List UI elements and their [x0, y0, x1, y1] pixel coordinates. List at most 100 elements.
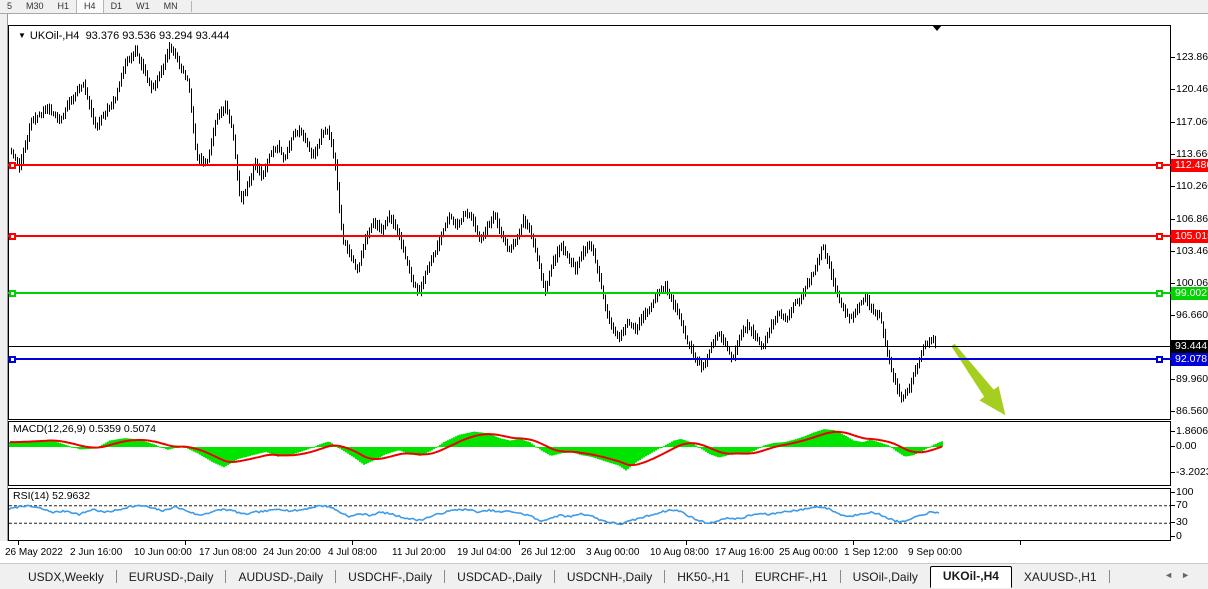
tab-usdcnh-daily[interactable]: USDCNH-,Daily: [555, 567, 664, 587]
hline-105.015[interactable]: [8, 235, 1171, 237]
price-tag-93.444: 93.444: [1171, 340, 1208, 353]
price-axis-label: 117.060: [1176, 116, 1208, 128]
axis-tick: [1171, 446, 1175, 447]
axis-tick: [1171, 536, 1175, 537]
timeframe-button-h1[interactable]: H1: [51, 0, 77, 13]
timeframe-button-w1[interactable]: W1: [129, 0, 157, 13]
axis-tick: [1171, 315, 1175, 316]
time-tick: [185, 541, 186, 545]
axis-tick: [1171, 89, 1175, 90]
time-axis-label: 4 Jul 08:00: [328, 547, 377, 558]
price-axis-label: 123.860: [1176, 51, 1208, 63]
rsi-axis-label: 70: [1176, 499, 1188, 511]
rsi-label: RSI(14) 52.9632: [13, 490, 90, 502]
hline-112.486[interactable]: [8, 164, 1171, 166]
macd-panel[interactable]: MACD(12,26,9) 0.5359 0.5074: [8, 421, 1171, 486]
line-anchor-icon[interactable]: [9, 162, 16, 169]
axis-tick: [1171, 57, 1175, 58]
hline-92.078[interactable]: [8, 358, 1171, 360]
line-anchor-icon[interactable]: [9, 356, 16, 363]
tab-usdchf-daily[interactable]: USDCHF-,Daily: [336, 567, 444, 587]
timeframe-button-m30[interactable]: M30: [19, 0, 51, 13]
tab-ukoil-h4[interactable]: UKOil-,H4: [930, 566, 1012, 588]
left-gutter: [0, 14, 8, 563]
tab-usdcad-daily[interactable]: USDCAD-,Daily: [445, 567, 554, 587]
tab-hk50-h1[interactable]: HK50-,H1: [665, 567, 742, 587]
rsi-panel[interactable]: RSI(14) 52.9632: [8, 488, 1171, 541]
tab-usoil-daily[interactable]: USOil-,Daily: [841, 567, 930, 587]
time-axis-label: 1 Sep 12:00: [844, 547, 898, 558]
axis-tick: [1171, 505, 1175, 506]
price-axis-label: 89.960: [1176, 373, 1208, 385]
axis-tick: [1171, 411, 1175, 412]
price-axis[interactable]: 123.860120.460117.060113.660110.260106.8…: [1171, 14, 1208, 563]
rsi-axis-label: 0: [1176, 530, 1182, 542]
price-axis-label: 86.560: [1176, 405, 1208, 417]
line-anchor-icon[interactable]: [1156, 356, 1163, 363]
axis-tick: [1171, 251, 1175, 252]
time-tick: [853, 541, 854, 545]
price-axis-label: 103.460: [1176, 245, 1208, 257]
price-chart-panel[interactable]: ▼ UKOil-,H4 93.376 93.536 93.294 93.444: [8, 25, 1171, 420]
axis-tick: [1171, 379, 1175, 380]
chart-symbol-label: UKOil-,H4: [30, 30, 80, 42]
time-axis-label: 11 Jul 20:00: [392, 547, 446, 558]
toolbar-separator: [191, 1, 192, 12]
mt4-window: 5M30H1H4D1W1MN ▼ UKOil-,H4 93.376 93.536 …: [0, 0, 1208, 589]
axis-tick: [1171, 431, 1175, 432]
tab-usdx-weekly[interactable]: USDX,Weekly: [16, 567, 116, 587]
macd-axis-label: -3.2023: [1176, 466, 1208, 478]
time-axis-label: 24 Jun 20:00: [263, 547, 321, 558]
rsi-axis-label: 30: [1176, 516, 1188, 528]
sell-signal-arrow-icon[interactable]: [951, 344, 1005, 415]
line-anchor-icon[interactable]: [9, 290, 16, 297]
rsi-axis-label: 100: [1176, 486, 1194, 498]
axis-tick: [1171, 186, 1175, 187]
axis-tick: [1171, 219, 1175, 220]
axis-tick: [1171, 492, 1175, 493]
tab-audusd-daily[interactable]: AUDUSD-,Daily: [226, 567, 335, 587]
tab-scroll-controls: ◄►: [1164, 570, 1198, 580]
time-tick: [352, 541, 353, 545]
time-axis-label: 25 Aug 00:00: [779, 547, 838, 558]
tab-scroll-left-icon[interactable]: ◄: [1164, 570, 1181, 580]
chart-ohlc-values: 93.376 93.536 93.294 93.444: [86, 30, 230, 42]
timeframe-button-h4[interactable]: H4: [76, 0, 104, 13]
tab-eurusd-daily[interactable]: EURUSD-,Daily: [117, 567, 226, 587]
time-tick: [18, 541, 19, 545]
tab-eurchf-h1[interactable]: EURCHF-,H1: [743, 567, 840, 587]
axis-tick: [1171, 122, 1175, 123]
time-axis-label: 26 May 2022: [5, 547, 63, 558]
tab-scroll-right-icon[interactable]: ►: [1181, 570, 1198, 580]
time-axis[interactable]: 26 May 20222 Jun 16:0010 Jun 00:0017 Jun…: [0, 541, 1171, 563]
line-anchor-icon[interactable]: [9, 233, 16, 240]
macd-label: MACD(12,26,9) 0.5359 0.5074: [13, 423, 156, 435]
candlestick-canvas[interactable]: [9, 26, 1170, 419]
time-axis-label: 19 Jul 04:00: [457, 547, 512, 558]
macd-canvas[interactable]: [9, 422, 1170, 485]
line-anchor-icon[interactable]: [1156, 162, 1163, 169]
rsi-canvas[interactable]: [9, 489, 1170, 540]
last-bar-marker-icon: [932, 25, 942, 31]
line-anchor-icon[interactable]: [1156, 233, 1163, 240]
hline-99.002[interactable]: [8, 292, 1171, 294]
symbol-dropdown-icon[interactable]: ▼: [18, 31, 26, 40]
axis-tick: [1171, 154, 1175, 155]
timeframe-button-mn[interactable]: MN: [157, 0, 185, 13]
timeframe-button-5[interactable]: 5: [0, 0, 19, 13]
tab-separator: [1109, 570, 1110, 583]
price-tag-105.015: 105.015: [1171, 230, 1208, 243]
axis-tick: [1171, 522, 1175, 523]
hline-93.444[interactable]: [8, 346, 1171, 347]
line-anchor-icon[interactable]: [1156, 290, 1163, 297]
timeframe-button-d1[interactable]: D1: [104, 0, 130, 13]
price-tag-92.078: 92.078: [1171, 353, 1208, 366]
time-axis-label: 26 Jul 12:00: [521, 547, 576, 558]
tab-xauusd-h1[interactable]: XAUUSD-,H1: [1012, 567, 1109, 587]
time-axis-label: 17 Aug 16:00: [715, 547, 774, 558]
time-tick: [519, 541, 520, 545]
axis-tick: [1171, 472, 1175, 473]
time-axis-label: 10 Jun 00:00: [134, 547, 192, 558]
price-tag-99.002: 99.002: [1171, 287, 1208, 300]
time-axis-label: 2 Jun 16:00: [70, 547, 122, 558]
